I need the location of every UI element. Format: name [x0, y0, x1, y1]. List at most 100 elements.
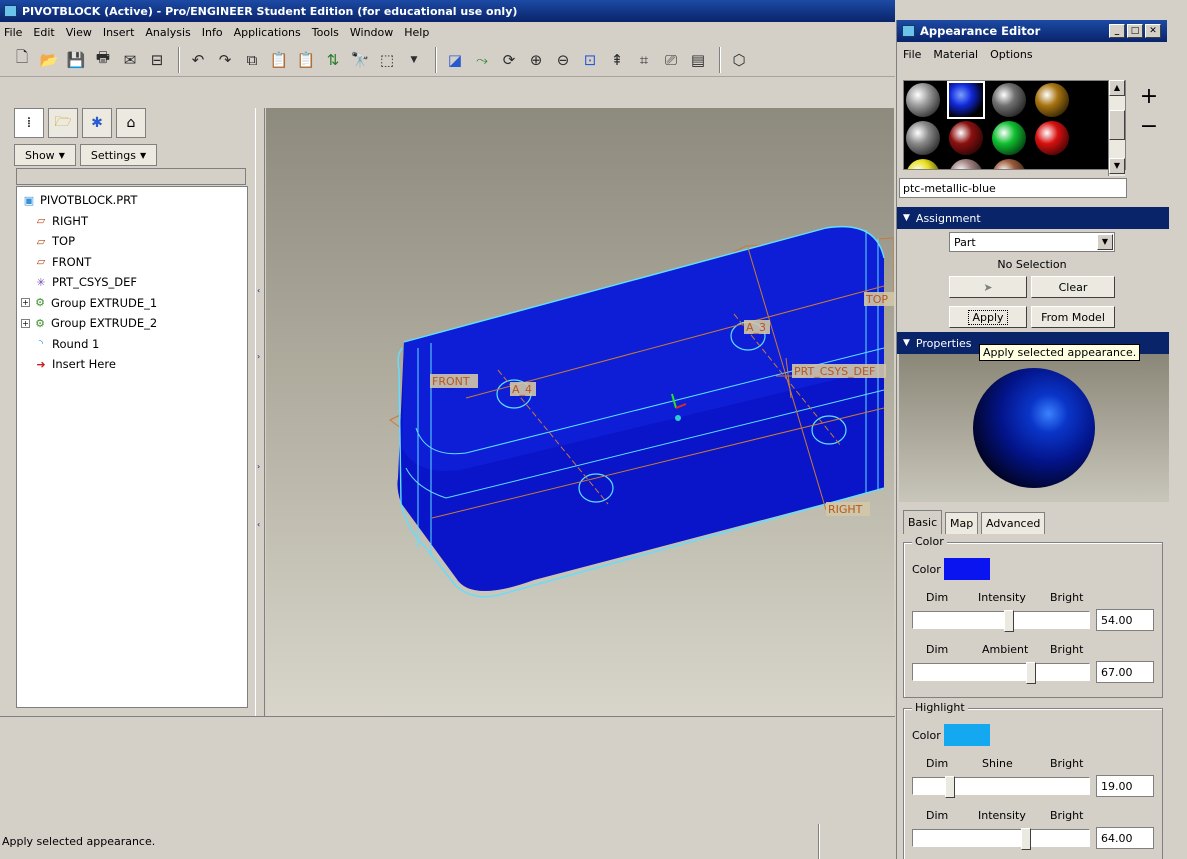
appearance-name-field[interactable]: ptc-metallic-blue: [899, 178, 1127, 198]
appearance-swatch[interactable]: [949, 121, 983, 155]
tree-item[interactable]: ▱ TOP: [21, 231, 243, 252]
scroll-thumb[interactable]: [1109, 110, 1125, 140]
tree-item[interactable]: ◝ Round 1: [21, 334, 243, 355]
palette-scrollbar[interactable]: ▲ ▼: [1108, 80, 1125, 176]
appearance-swatch[interactable]: [1035, 121, 1069, 155]
assignment-type-select[interactable]: Part ▼: [949, 232, 1115, 252]
paste-special-icon[interactable]: 📋: [294, 48, 318, 72]
tree-item[interactable]: + ⚙ Group EXTRUDE_1: [21, 293, 243, 314]
datum-label-front[interactable]: FRONT: [432, 375, 470, 388]
menu-file[interactable]: File: [4, 26, 22, 39]
zoom-out-icon[interactable]: ⊖: [551, 48, 575, 72]
favorites-tab[interactable]: ✱: [82, 108, 112, 138]
refit-icon[interactable]: ⊡: [578, 48, 602, 72]
save-icon[interactable]: 💾: [64, 48, 88, 72]
axis-label-a4[interactable]: A_4: [512, 383, 532, 396]
select-box-icon[interactable]: ⬚: [375, 48, 399, 72]
menu-info[interactable]: Info: [202, 26, 223, 39]
tree-item[interactable]: + ⚙ Group EXTRUDE_2: [21, 313, 243, 334]
appearance-swatch[interactable]: [1035, 83, 1069, 117]
datum-label-right[interactable]: RIGHT: [828, 503, 863, 516]
axis-label-a3[interactable]: A_3: [746, 321, 766, 334]
show-button[interactable]: Show ▼: [14, 144, 76, 166]
csys-label[interactable]: PRT_CSYS_DEF: [794, 365, 875, 378]
shine-value-field[interactable]: 19.00: [1096, 775, 1154, 797]
redo-icon[interactable]: ↷: [213, 48, 237, 72]
from-model-button[interactable]: From Model: [1031, 306, 1115, 328]
ambient-slider[interactable]: [912, 662, 1090, 684]
menu-edit[interactable]: Edit: [33, 26, 54, 39]
tab-advanced[interactable]: Advanced: [981, 512, 1046, 534]
navigator-filter-field[interactable]: [16, 168, 246, 185]
datum-axis-icon[interactable]: ⇞: [605, 48, 629, 72]
appearance-swatch[interactable]: [906, 83, 940, 117]
intensity-slider[interactable]: [912, 610, 1090, 632]
model-tree-icon[interactable]: ▤: [686, 48, 710, 72]
tree-item[interactable]: ✳ PRT_CSYS_DEF: [21, 272, 243, 293]
highlight-intensity-slider-thumb[interactable]: [1021, 828, 1031, 850]
menu-help[interactable]: Help: [404, 26, 429, 39]
highlight-intensity-slider[interactable]: [912, 828, 1090, 850]
assignment-section-header[interactable]: ▼ Assignment: [897, 207, 1169, 229]
menu-insert[interactable]: Insert: [103, 26, 135, 39]
intensity-slider-thumb[interactable]: [1004, 610, 1014, 632]
intensity-value-field[interactable]: 54.00: [1096, 609, 1154, 631]
close-window-icon[interactable]: ⊟: [145, 48, 169, 72]
copy-icon[interactable]: ⧉: [240, 48, 264, 72]
new-file-icon[interactable]: 🗋: [10, 48, 34, 72]
menu-window[interactable]: Window: [350, 26, 393, 39]
close-icon[interactable]: ✕: [1145, 24, 1161, 38]
expand-arrow-icon[interactable]: ›: [257, 462, 260, 471]
scroll-up-icon[interactable]: ▲: [1109, 80, 1125, 96]
maximize-icon[interactable]: □: [1127, 24, 1143, 38]
ae-menu-options[interactable]: Options: [990, 48, 1032, 61]
select-button[interactable]: ➤: [949, 276, 1027, 298]
apply-button[interactable]: Apply: [949, 306, 1027, 328]
appearance-swatch[interactable]: [906, 159, 940, 169]
navigator-splitter[interactable]: ‹ › › ‹: [255, 108, 265, 716]
email-icon[interactable]: ✉: [118, 48, 142, 72]
menu-analysis[interactable]: Analysis: [145, 26, 190, 39]
shine-slider[interactable]: [912, 776, 1090, 798]
highlight-intensity-value-field[interactable]: 64.00: [1096, 827, 1154, 849]
folder-browser-tab[interactable]: 🗁: [48, 108, 78, 138]
collapse-arrow-icon[interactable]: ‹: [257, 286, 260, 295]
ambient-value-field[interactable]: 67.00: [1096, 661, 1154, 683]
orient-icon[interactable]: ⟳: [497, 48, 521, 72]
model-viewport[interactable]: FRONT A_4 A_3 TOP PRT_CSYS_DEF RIGHT: [266, 108, 894, 716]
minimize-icon[interactable]: _: [1109, 24, 1125, 38]
open-folder-icon[interactable]: 📂: [37, 48, 61, 72]
ambient-slider-thumb[interactable]: [1026, 662, 1036, 684]
find-icon[interactable]: 🔭: [348, 48, 372, 72]
ae-menu-material[interactable]: Material: [933, 48, 978, 61]
regenerate-icon[interactable]: ⇅: [321, 48, 345, 72]
repaint-icon[interactable]: ◪: [443, 48, 467, 72]
tab-basic[interactable]: Basic: [903, 510, 943, 534]
add-appearance-icon[interactable]: +: [1139, 84, 1159, 109]
menu-applications[interactable]: Applications: [234, 26, 301, 39]
paste-icon[interactable]: 📋: [267, 48, 291, 72]
settings-button[interactable]: Settings ▼: [79, 144, 158, 166]
appearance-swatch[interactable]: [992, 121, 1026, 155]
appearance-swatch[interactable]: [949, 159, 983, 169]
view-box-icon[interactable]: ⬡: [727, 48, 751, 72]
base-color-swatch[interactable]: [944, 558, 990, 580]
appearance-swatch[interactable]: [992, 83, 1026, 117]
appearance-swatch[interactable]: [992, 159, 1026, 169]
appearance-swatch[interactable]: [906, 121, 940, 155]
layer-icon[interactable]: ⎚: [659, 48, 683, 72]
tree-item[interactable]: ▱ RIGHT: [21, 211, 243, 232]
tree-item[interactable]: ▣ PIVOTBLOCK.PRT: [21, 190, 243, 211]
tree-item[interactable]: ➜ Insert Here: [21, 354, 243, 375]
appearance-swatch[interactable]: [947, 81, 985, 119]
graphics-window[interactable]: FRONT A_4 A_3 TOP PRT_CSYS_DEF RIGHT: [266, 108, 894, 716]
ae-menu-file[interactable]: File: [903, 48, 921, 61]
clear-button[interactable]: Clear: [1031, 276, 1115, 298]
menu-view[interactable]: View: [66, 26, 92, 39]
expand-plus-icon[interactable]: +: [21, 298, 30, 308]
undo-icon[interactable]: ↶: [186, 48, 210, 72]
dropdown-arrow-icon[interactable]: ▼: [402, 48, 426, 72]
connections-tab[interactable]: ⌂: [116, 108, 146, 138]
model-tree-tab[interactable]: ⁞: [14, 108, 44, 138]
tree-item[interactable]: ▱ FRONT: [21, 252, 243, 273]
